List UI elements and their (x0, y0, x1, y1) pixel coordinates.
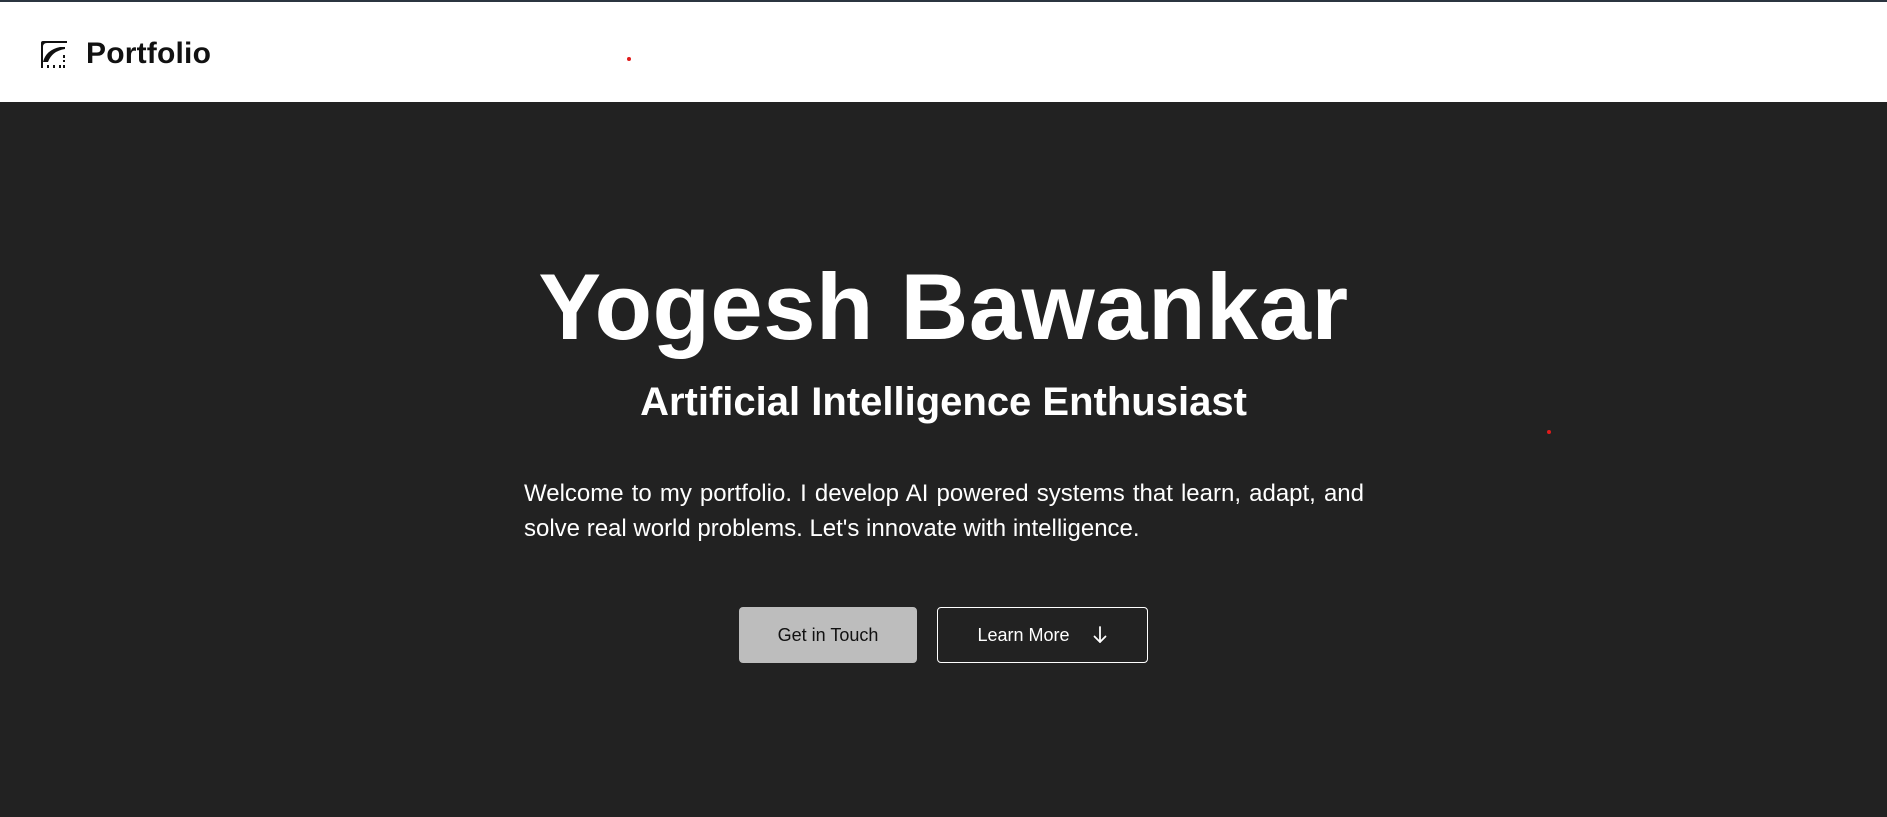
cursor-trail-dot (1547, 430, 1551, 434)
brand-title: Portfolio (86, 37, 212, 70)
portfolio-page: Portfolio Yogesh Bawankar Artificial Int… (0, 0, 1887, 817)
arrow-down-icon (1093, 626, 1106, 643)
hero-description: Welcome to my portfolio. I develop AI po… (524, 480, 1364, 542)
brand-link[interactable]: Portfolio (38, 36, 211, 72)
site-header: Portfolio (0, 2, 1887, 102)
get-in-touch-button[interactable]: Get in Touch (739, 607, 917, 663)
cursor-trail-dot (627, 57, 631, 61)
hero-name-heading: Yogesh Bawankar (538, 254, 1349, 359)
hero-subtitle: Artificial Intelligence Enthusiast (640, 380, 1247, 424)
learn-more-button[interactable]: Learn More (937, 607, 1148, 663)
learn-more-label: Learn More (977, 624, 1070, 645)
hero-section: Yogesh Bawankar Artificial Intelligence … (0, 102, 1887, 817)
portfolio-logo-icon (41, 41, 67, 68)
get-in-touch-label: Get in Touch (777, 624, 879, 645)
